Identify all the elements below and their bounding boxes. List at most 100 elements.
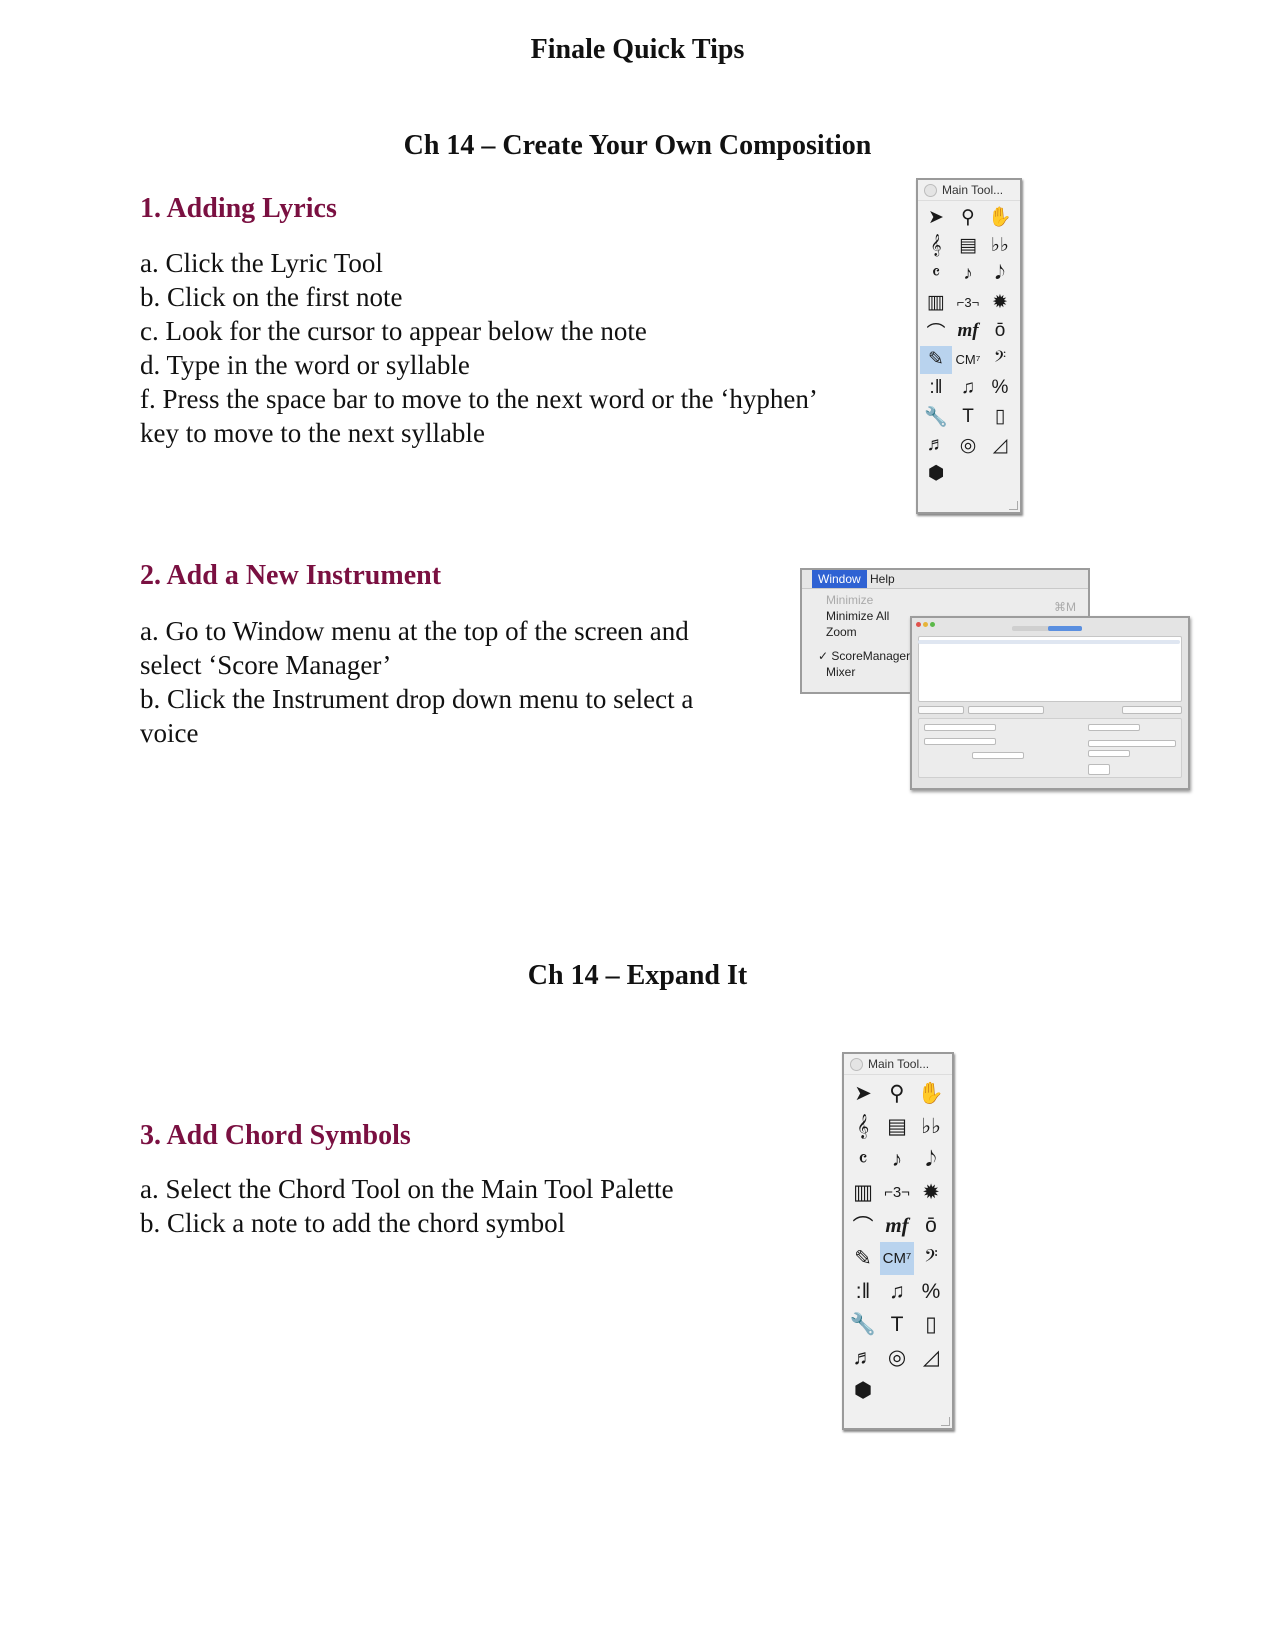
expression-icon[interactable]: mf	[952, 317, 984, 346]
section-title-expand-it: Ch 14 – Expand It	[527, 960, 748, 991]
lyric-icon[interactable]: ✎	[846, 1242, 880, 1275]
articulation-icon[interactable]: ō	[914, 1209, 948, 1242]
clef-icon[interactable]: 𝄢	[914, 1242, 948, 1275]
staff-icon[interactable]: 𝄞	[920, 232, 952, 261]
chord-icon[interactable]: CM⁷	[952, 346, 984, 375]
step-text: f. Press the space bar to move to the ne…	[140, 384, 818, 414]
step-text: voice	[140, 718, 199, 748]
maximize-icon[interactable]	[930, 622, 935, 627]
hyperscribe-icon[interactable]: ▥	[846, 1176, 880, 1209]
time-signature-icon[interactable]: 𝄴	[846, 1143, 880, 1176]
mirror-icon[interactable]: ♫	[952, 374, 984, 403]
hand-grabber-icon[interactable]: ✋	[984, 203, 1016, 232]
chord-icon[interactable]: CM⁷	[880, 1242, 914, 1275]
mirror-icon[interactable]: ♫	[880, 1275, 914, 1308]
measure-icon[interactable]: ▤	[952, 232, 984, 261]
close-icon[interactable]	[916, 622, 921, 627]
step-text: a. Go to Window menu at the top of the s…	[140, 616, 689, 646]
text-icon[interactable]: T	[952, 403, 984, 432]
tempo-icon[interactable]: ◿	[914, 1341, 948, 1374]
selection-arrow-icon[interactable]: ➤	[920, 203, 952, 232]
tempo-icon[interactable]: ◿	[984, 431, 1016, 460]
hyperscribe-icon[interactable]: ▥	[920, 289, 952, 318]
smart-shape-icon[interactable]: ⌒	[846, 1209, 880, 1242]
midi-icon[interactable]: ✹	[914, 1176, 948, 1209]
tuplet-icon[interactable]: ⌐3¬	[880, 1176, 914, 1209]
page-layout-icon[interactable]: ▯	[984, 403, 1016, 432]
add-instrument-dropdown[interactable]	[918, 706, 964, 714]
palette-titlebar: Main Tool...	[918, 180, 1020, 201]
percent-icon[interactable]: %	[984, 374, 1016, 403]
clef-icon[interactable]: 𝄢	[984, 346, 1016, 375]
repeat-icon[interactable]: :‖	[846, 1275, 880, 1308]
palette-title: Main Tool...	[868, 1057, 930, 1071]
expression-icon[interactable]: mf	[880, 1209, 914, 1242]
hand-grabber-icon[interactable]: ✋	[914, 1077, 948, 1110]
auto-number-dropdown[interactable]	[972, 752, 1024, 759]
menu-help[interactable]: Help	[870, 570, 895, 588]
simple-entry-icon[interactable]: ♪	[880, 1143, 914, 1176]
section-title-create-composition: Ch 14 – Create Your Own Composition	[403, 130, 872, 161]
first-clef-selector[interactable]	[1088, 764, 1110, 775]
staff-dropdown[interactable]	[1088, 750, 1130, 757]
step-text: c. Look for the cursor to appear below t…	[140, 316, 647, 346]
step-text: b. Click on the first note	[140, 282, 403, 312]
speedy-entry-icon[interactable]: 𝅘𝅥𝅮	[984, 260, 1016, 289]
percent-icon[interactable]: %	[914, 1275, 948, 1308]
plugin-icon[interactable]: ⬢	[920, 460, 952, 489]
zoom-icon[interactable]: ⚲	[952, 203, 984, 232]
tuplet-icon[interactable]: ⌐3¬	[952, 289, 984, 318]
plugin-icon[interactable]: ⬢	[846, 1374, 880, 1407]
speedy-entry-icon[interactable]: 𝅘𝅥𝅮	[914, 1143, 948, 1176]
menu-item-mixer[interactable]: Mixer	[826, 664, 910, 680]
menu-bar: Window Help	[802, 570, 1088, 589]
tool-grid: ➤ ⚲ ✋ 𝄞 ▤ ♭♭ 𝄴 ♪ 𝅘𝅥𝅮 ▥ ⌐3¬ ✹ ⌒ mf ō ✎ CM⁷ 𝄢 :‖ ♫% 🔧 T ▯ ♬ ◎ ◿ ⬢	[918, 201, 1020, 488]
measure-icon[interactable]: ▤	[880, 1110, 914, 1143]
time-signature-icon[interactable]: 𝄴	[920, 260, 952, 289]
step-text: a. Select the Chord Tool on the Main Too…	[140, 1174, 674, 1204]
tool-grid: ➤ ⚲ ✋ 𝄞 ▤ ♭♭ 𝄴 ♪ 𝅘𝅥𝅮 ▥ ⌐3¬ ✹ ⌒ mf ō ✎ CM⁷ 𝄢 :‖ ♫% 🔧 T ▯ ♬ ◎ ◿ ⬢	[844, 1075, 952, 1407]
palette-titlebar: Main Tool...	[844, 1054, 952, 1075]
step-text: b. Click a note to add the chord symbol	[140, 1208, 566, 1238]
special-tools-icon[interactable]: 🔧	[920, 403, 952, 432]
articulation-icon[interactable]: ō	[984, 317, 1016, 346]
abbr-name-field[interactable]	[924, 738, 996, 745]
menu-item-minimize-all[interactable]: Minimize All	[826, 608, 910, 624]
special-tools-icon[interactable]: 🔧	[846, 1308, 880, 1341]
resize-icon[interactable]: ◎	[880, 1341, 914, 1374]
selection-arrow-icon[interactable]: ➤	[846, 1077, 880, 1110]
zoom-icon[interactable]: ⚲	[880, 1077, 914, 1110]
simple-entry-icon[interactable]: ♪	[952, 260, 984, 289]
palette-title: Main Tool...	[942, 183, 1004, 197]
menu-item-zoom[interactable]: Zoom	[826, 624, 910, 640]
instrument-row[interactable]	[918, 640, 1180, 644]
text-icon[interactable]: T	[880, 1308, 914, 1341]
transposition-dropdown[interactable]	[1088, 740, 1176, 747]
note-mover-icon[interactable]: ♬	[846, 1341, 880, 1374]
menu-item-score-manager[interactable]: ✓ ScoreManager	[818, 648, 910, 664]
minimize-icon[interactable]	[923, 622, 928, 627]
resize-icon[interactable]: ◎	[952, 431, 984, 460]
menu-item-minimize[interactable]: Minimize	[826, 592, 910, 608]
menu-window[interactable]: Window	[812, 570, 867, 588]
notation-style-dropdown[interactable]	[1088, 724, 1140, 731]
resize-handle-icon[interactable]	[941, 1417, 950, 1426]
staff-icon[interactable]: 𝄞	[846, 1110, 880, 1143]
customize-view-dropdown[interactable]	[1122, 706, 1182, 714]
repeat-icon[interactable]: :‖	[920, 374, 952, 403]
key-signature-icon[interactable]: ♭♭	[984, 232, 1016, 261]
resize-handle-icon[interactable]	[1009, 501, 1018, 510]
close-icon[interactable]	[924, 184, 937, 197]
full-name-field[interactable]	[924, 724, 996, 731]
note-mover-icon[interactable]: ♬	[920, 431, 952, 460]
smart-shape-icon[interactable]: ⌒	[920, 317, 952, 346]
key-signature-icon[interactable]: ♭♭	[914, 1110, 948, 1143]
close-icon[interactable]	[850, 1058, 863, 1071]
tab-instrument-list[interactable]	[1048, 626, 1082, 631]
step-text: a. Click the Lyric Tool	[140, 248, 383, 278]
page-layout-icon[interactable]: ▯	[914, 1308, 948, 1341]
midi-icon[interactable]: ✹	[984, 289, 1016, 318]
lyric-icon[interactable]: ✎	[920, 345, 952, 374]
score-manager-screenshot	[910, 616, 1190, 790]
score-order-dropdown[interactable]	[968, 706, 1044, 714]
